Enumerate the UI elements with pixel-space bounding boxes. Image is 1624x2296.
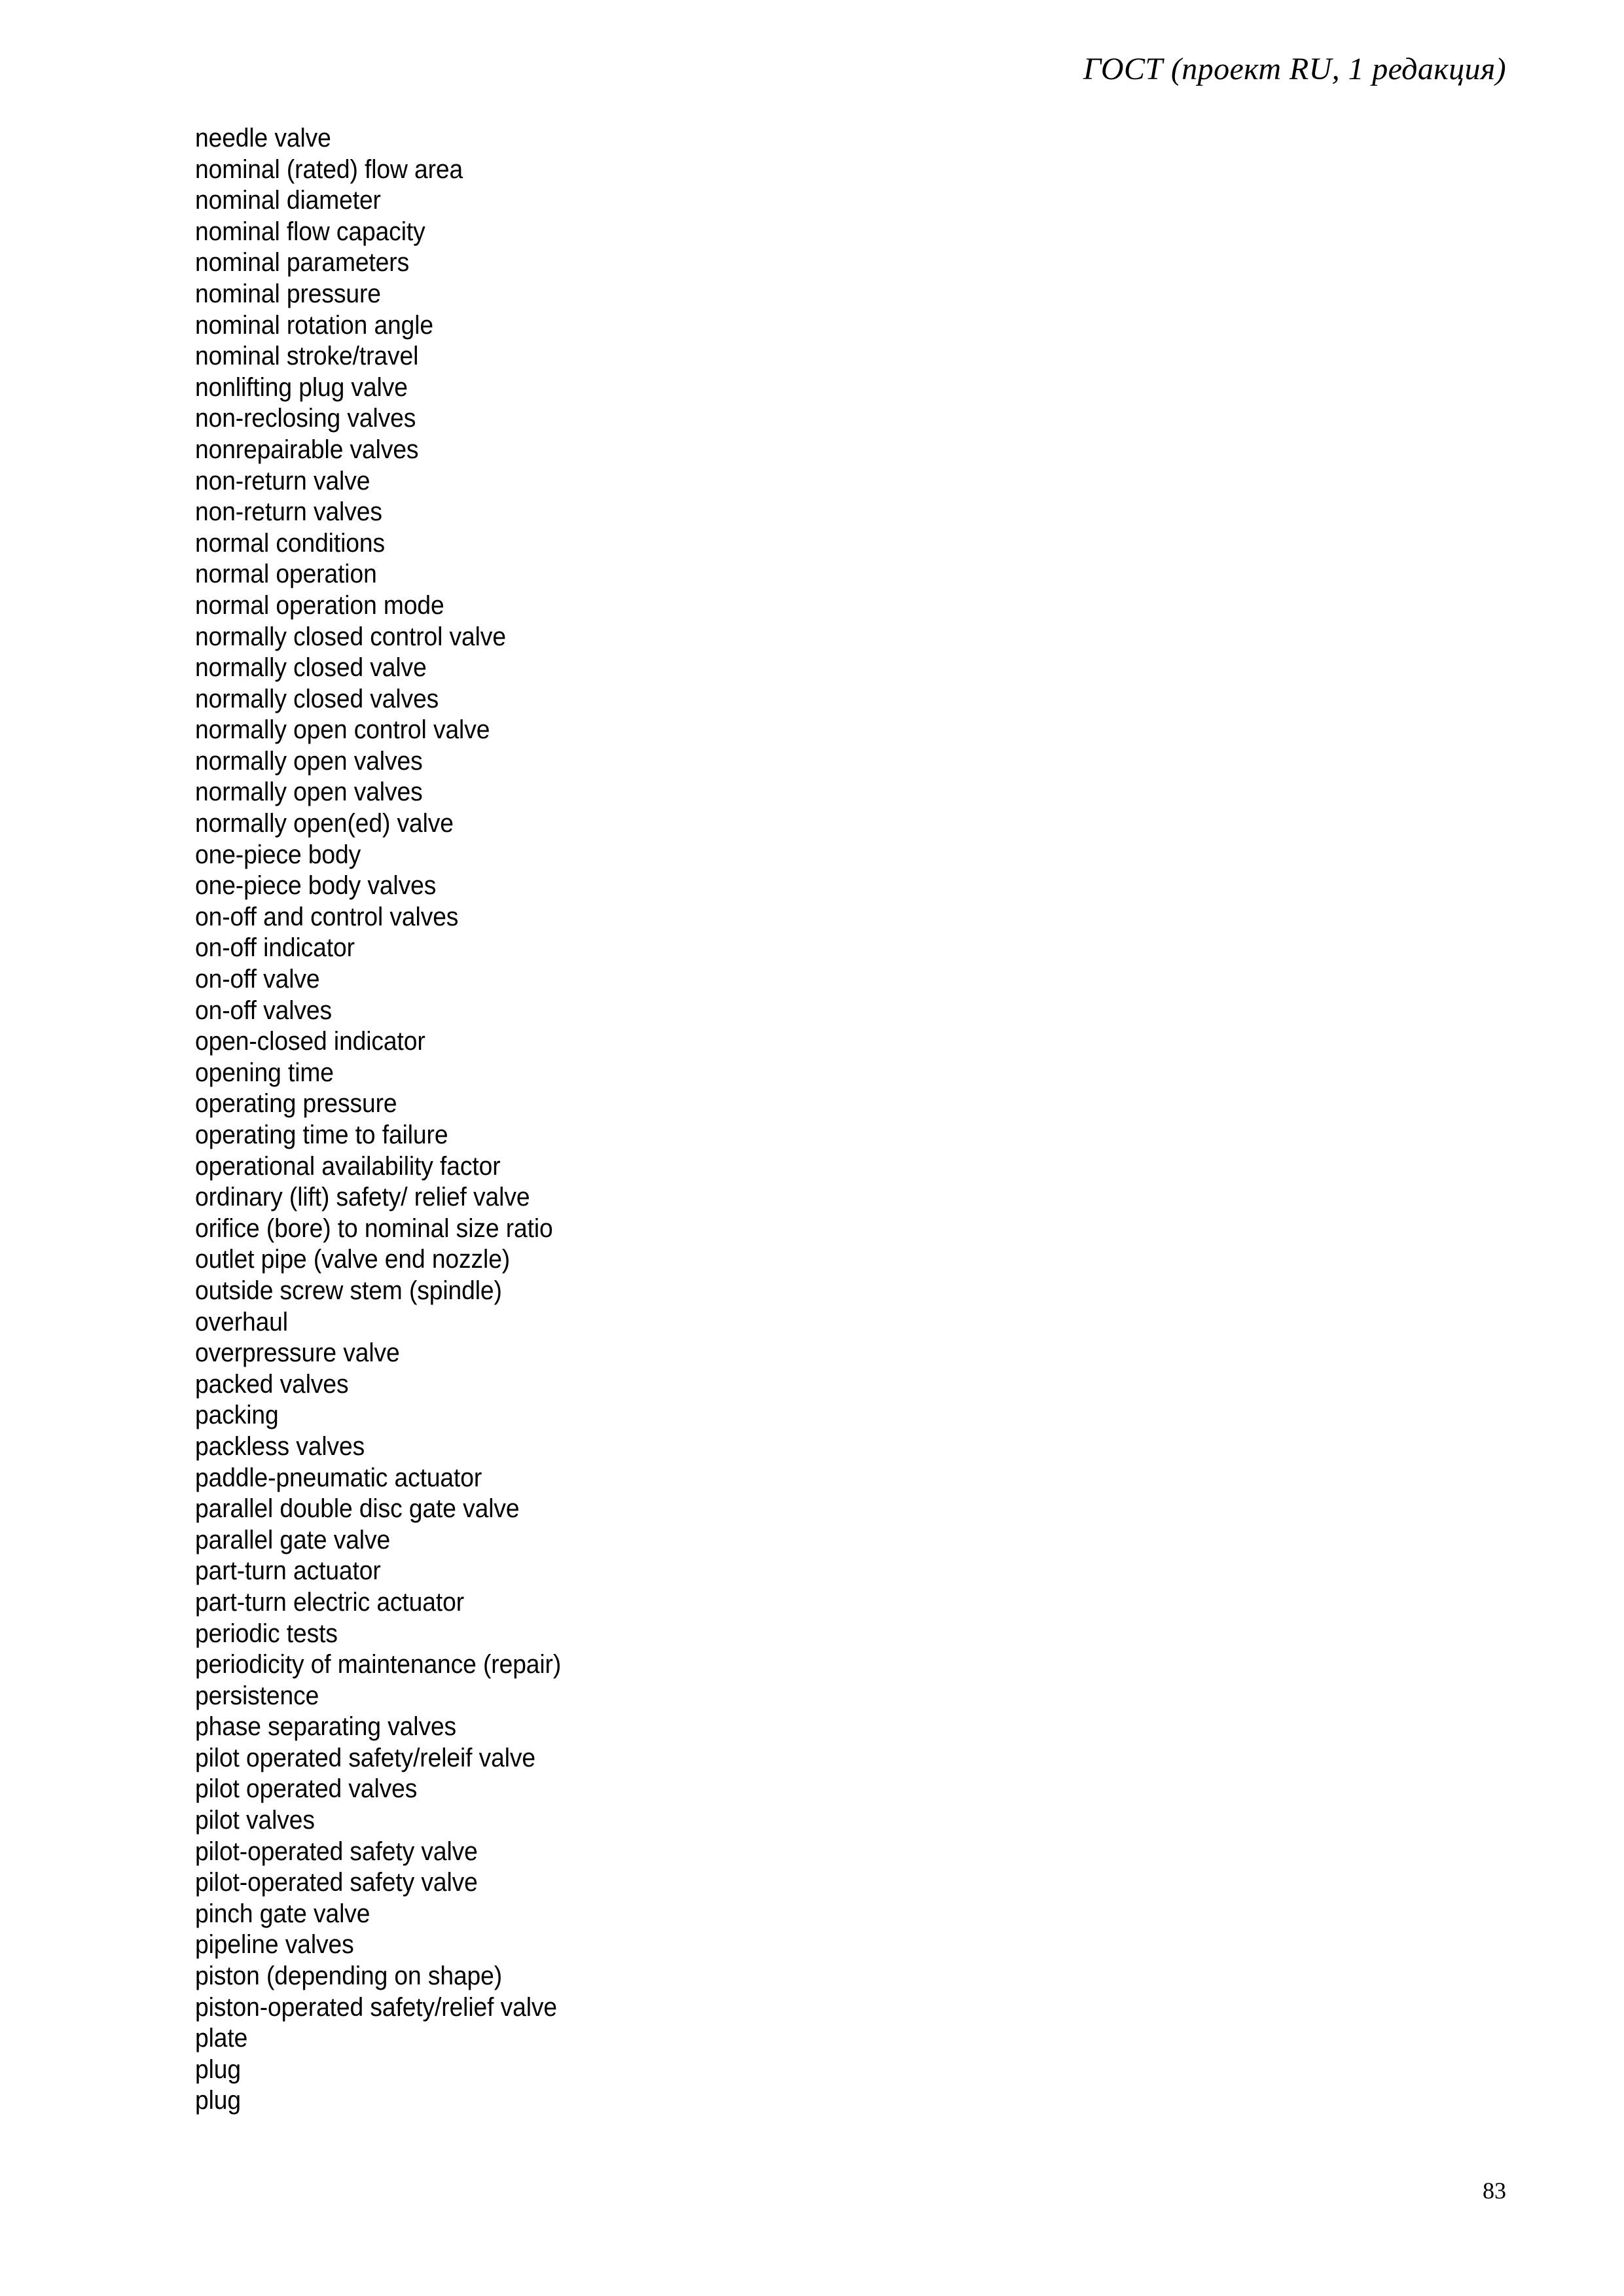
glossary-term: open-closed indicator bbox=[195, 1027, 425, 1056]
glossary-term: normally open control valve bbox=[195, 715, 490, 745]
glossary-term: packless valves bbox=[195, 1431, 365, 1461]
glossary-term: persistence bbox=[195, 1681, 319, 1710]
glossary-term: parallel gate valve bbox=[195, 1525, 391, 1554]
glossary-term: nonlifting plug valve bbox=[195, 372, 408, 402]
glossary-term: pipeline valves bbox=[195, 1930, 354, 1960]
glossary-term: pinch gate valve bbox=[195, 1899, 370, 1928]
glossary-term: one-piece body valves bbox=[195, 871, 437, 901]
glossary-term: normally open valves bbox=[195, 778, 423, 807]
glossary-term: non-reclosing valves bbox=[195, 404, 416, 433]
glossary-term: packed valves bbox=[195, 1369, 349, 1399]
glossary-term: non-return valves bbox=[195, 497, 382, 527]
glossary-term: on-off valves bbox=[195, 996, 333, 1025]
glossary-term: normally closed valves bbox=[195, 684, 439, 713]
glossary-term: outside screw stem (spindle) bbox=[195, 1276, 502, 1305]
glossary-term: on-off and control valves bbox=[195, 902, 459, 931]
glossary-term: normally closed valve bbox=[195, 653, 427, 683]
glossary-term: on-off indicator bbox=[195, 933, 355, 963]
glossary-term: non-return valve bbox=[195, 466, 370, 495]
glossary-term: normally open valves bbox=[195, 746, 423, 776]
glossary-term: overpressure valve bbox=[195, 1338, 400, 1368]
glossary-term: outlet pipe (valve end nozzle) bbox=[195, 1245, 511, 1274]
glossary-term: pilot-operated safety valve bbox=[195, 1837, 478, 1866]
glossary-term: one-piece body bbox=[195, 840, 361, 869]
glossary-term: ordinary (lift) safety/ relief valve bbox=[195, 1183, 530, 1212]
glossary-term: nominal parameters bbox=[195, 248, 410, 278]
glossary-term: pilot valves bbox=[195, 1806, 315, 1835]
glossary-term: nominal pressure bbox=[195, 279, 381, 308]
glossary-term: on-off valve bbox=[195, 965, 320, 994]
glossary-term: overhaul bbox=[195, 1307, 288, 1336]
glossary-term: nominal diameter bbox=[195, 186, 381, 215]
glossary-term: nominal stroke/travel bbox=[195, 342, 419, 371]
glossary-term: operational availability factor bbox=[195, 1151, 501, 1181]
glossary-term: normal operation bbox=[195, 560, 377, 589]
glossary-term: piston-operated safety/relief valve bbox=[195, 1992, 557, 2022]
glossary-term: periodicity of maintenance (repair) bbox=[195, 1650, 562, 1679]
glossary-term: pilot operated safety/releif valve bbox=[195, 1743, 536, 1772]
glossary-term: nominal rotation angle bbox=[195, 310, 434, 340]
glossary-term: parallel double disc gate valve bbox=[195, 1494, 520, 1524]
running-header: ГОСТ (проект RU, 1 редакция) bbox=[1083, 52, 1506, 86]
glossary-term: pilot-operated safety valve bbox=[195, 1868, 478, 1897]
glossary-term: normal operation mode bbox=[195, 590, 444, 620]
glossary-term: plug bbox=[195, 2086, 241, 2115]
glossary-term: operating time to failure bbox=[195, 1121, 448, 1149]
glossary-term-list: needle valve nominal (rated) flow area nom… bbox=[195, 123, 1439, 2117]
glossary-term: periodic tests bbox=[195, 1619, 338, 1648]
glossary-term: normally open(ed) valve bbox=[195, 809, 454, 838]
glossary-term: needle valve bbox=[195, 124, 331, 152]
glossary-term: nominal (rated) flow area bbox=[195, 154, 463, 184]
glossary-term: plug bbox=[195, 2054, 241, 2084]
glossary-term: plate bbox=[195, 2024, 248, 2053]
document-page: ГОСТ (проект RU, 1 редакция) needle valv… bbox=[0, 0, 1624, 2296]
glossary-term: packing bbox=[195, 1401, 279, 1430]
glossary-term: opening time bbox=[195, 1058, 334, 1087]
glossary-term: phase separating valves bbox=[195, 1712, 457, 1742]
glossary-term: pilot operated valves bbox=[195, 1774, 418, 1804]
glossary-term: nominal flow capacity bbox=[195, 217, 425, 246]
page-number: 83 bbox=[1483, 2178, 1506, 2204]
glossary-term: part-turn electric actuator bbox=[195, 1587, 465, 1617]
glossary-term: orifice (bore) to nominal size ratio bbox=[195, 1213, 553, 1243]
glossary-column-left: needle valve nominal (rated) flow area nom… bbox=[195, 123, 1439, 2117]
glossary-term: part-turn actuator bbox=[195, 1556, 381, 1586]
glossary-term: nonrepairable valves bbox=[195, 435, 419, 464]
glossary-term: paddle-pneumatic actuator bbox=[195, 1463, 482, 1492]
glossary-term: normal conditions bbox=[195, 528, 385, 558]
glossary-term: normally closed control valve bbox=[195, 622, 506, 651]
glossary-term: operating pressure bbox=[195, 1089, 397, 1119]
glossary-term: piston (depending on shape) bbox=[195, 1962, 503, 1991]
